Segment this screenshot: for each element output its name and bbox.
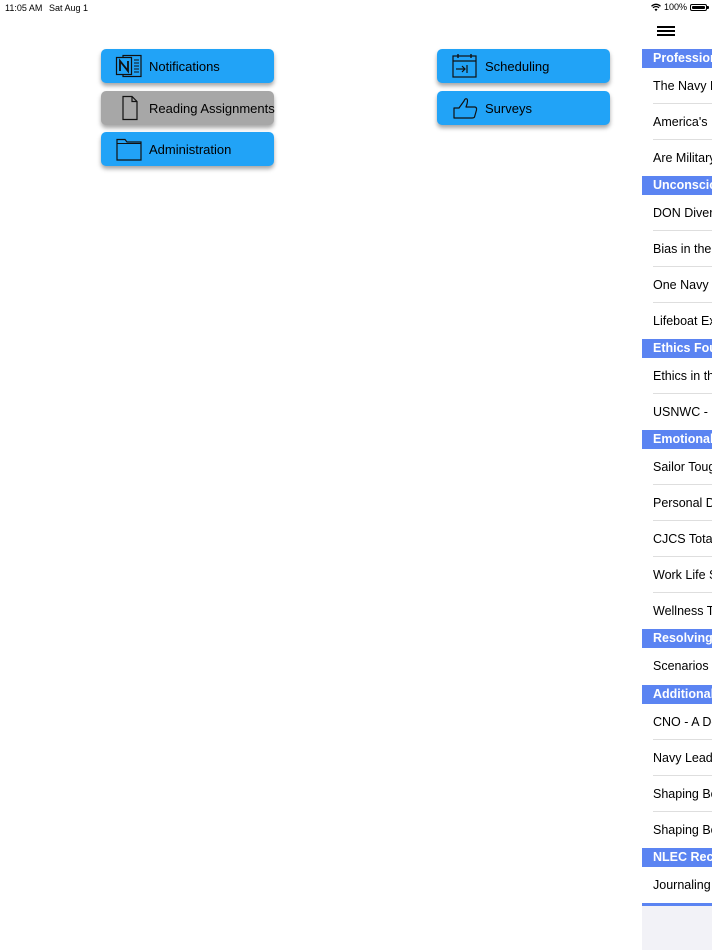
list-item[interactable]: Wellness Tr (642, 593, 712, 629)
list-item[interactable]: America's N (642, 104, 712, 140)
list-item[interactable]: Bias in the I (642, 231, 712, 267)
notebook-icon (115, 54, 142, 78)
list-item[interactable]: Ethics in th (642, 358, 712, 394)
battery-percentage: 100% (664, 2, 688, 12)
side-menu-list: Profession The Navy P America's N Are Mi… (642, 49, 712, 906)
section-header: Resolving (642, 629, 712, 648)
section-header: Emotional (642, 430, 712, 449)
surveys-button[interactable]: Surveys (437, 91, 610, 125)
list-item[interactable]: Work Life S (642, 557, 712, 593)
list-item[interactable]: CNO - A De (642, 704, 712, 740)
list-item[interactable]: USNWC - E (642, 394, 712, 430)
section-header: Profession (642, 49, 712, 68)
administration-button[interactable]: Administration (101, 132, 274, 166)
reading-assignments-button[interactable]: Reading Assignments (101, 91, 275, 125)
list-item[interactable]: Scenarios (642, 648, 712, 685)
status-indicators: 100% (651, 2, 710, 12)
list-divider (642, 903, 712, 906)
notifications-button[interactable]: Notifications (101, 49, 274, 83)
list-item[interactable]: Personal De (642, 485, 712, 521)
document-icon (122, 95, 138, 121)
thumbs-up-icon (453, 98, 478, 119)
list-item[interactable]: Navy Leade (642, 740, 712, 776)
calendar-icon (452, 54, 477, 78)
section-header: NLEC Reco (642, 848, 712, 867)
status-bar: 11:05 AM Sat Aug 1 100% (0, 0, 712, 14)
list-item[interactable]: DON Divers (642, 195, 712, 231)
status-time: 11:05 AM (5, 3, 43, 13)
list-item[interactable]: Lifeboat Ex (642, 303, 712, 339)
status-date: Sat Aug 1 (49, 3, 89, 13)
surveys-label: Surveys (485, 100, 532, 116)
reading-assignments-label: Reading Assignments (149, 100, 275, 116)
side-menu-toolbar (642, 16, 712, 49)
section-header: Ethics Four (642, 339, 712, 358)
notifications-label: Notifications (149, 58, 220, 74)
side-menu-panel: Profession The Navy P America's N Are Mi… (642, 16, 712, 950)
list-item[interactable]: Sailor Toug (642, 449, 712, 485)
list-item[interactable]: Are Military (642, 140, 712, 176)
list-item[interactable]: One Navy T (642, 267, 712, 303)
administration-label: Administration (149, 141, 232, 157)
section-header: Additional (642, 685, 712, 704)
wifi-icon (651, 3, 661, 11)
section-header: Unconscio (642, 176, 712, 195)
list-item[interactable]: Shaping Be (642, 812, 712, 848)
battery-icon (690, 3, 710, 11)
folder-icon (116, 138, 142, 161)
list-item[interactable]: Journaling (642, 867, 712, 903)
scheduling-label: Scheduling (485, 58, 550, 74)
scheduling-button[interactable]: Scheduling (437, 49, 610, 83)
list-item[interactable]: The Navy P (642, 68, 712, 104)
list-item[interactable]: CJCS Total (642, 521, 712, 557)
list-item[interactable]: Shaping Be (642, 776, 712, 812)
hamburger-icon[interactable] (657, 26, 675, 37)
